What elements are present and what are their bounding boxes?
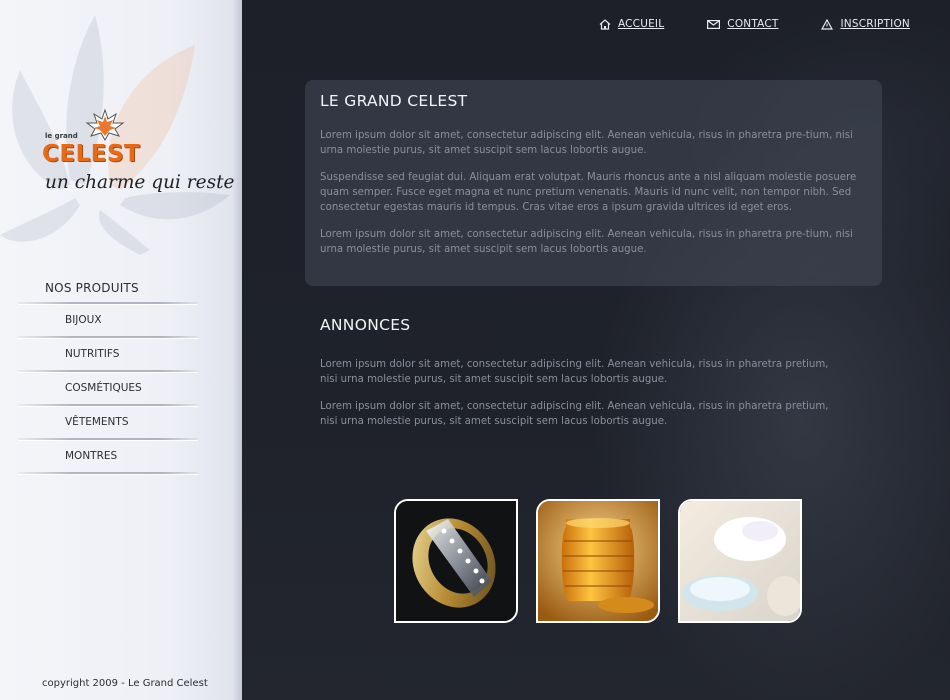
sidebar-item-vetements[interactable]: VÊTEMENTS: [18, 407, 198, 438]
intro-body: Lorem ipsum dolor sit amet, consectetur …: [320, 128, 860, 269]
brand-small-text: le grand: [45, 132, 78, 140]
sidebar-item-nutritifs[interactable]: NUTRITIFS: [18, 339, 198, 370]
triangle-icon: [821, 18, 834, 30]
honey-image-icon: [538, 501, 658, 621]
sidebar-edge: [232, 0, 242, 700]
honey-thumbnail[interactable]: [536, 499, 660, 623]
annonces-paragraph: Lorem ipsum dolor sit amet, consectetur …: [320, 359, 829, 385]
sidebar-item-montres[interactable]: MONTRES: [18, 441, 198, 472]
product-thumbnails: [394, 499, 802, 623]
nav-link-accueil[interactable]: ACCUEIL: [599, 18, 664, 30]
sidebar-item-bijoux[interactable]: BIJOUX: [18, 305, 198, 336]
annonces-paragraph: Lorem ipsum dolor sit amet, consectetur …: [320, 401, 829, 427]
cream-image-icon: [680, 501, 800, 621]
brand-logo[interactable]: le grand CELEST un charme qui reste: [42, 108, 234, 208]
annonces-body: Lorem ipsum dolor sit amet, consectetur …: [320, 357, 830, 441]
annonces-title: ANNONCES: [320, 316, 411, 334]
intro-paragraph: Lorem ipsum dolor sit amet, consectetur …: [320, 130, 853, 156]
nav-divider: [18, 472, 198, 475]
nav-link-contact[interactable]: CONTACT: [707, 18, 778, 30]
intro-title: LE GRAND CELEST: [320, 92, 468, 110]
home-icon: [599, 18, 611, 30]
main-content: ACCUEIL CONTACT INSCRIPTION LE GRAND CEL…: [242, 0, 950, 700]
nav-link-accueil-label: ACCUEIL: [617, 18, 665, 30]
top-navigation: ACCUEIL CONTACT INSCRIPTION: [556, 18, 910, 30]
cream-thumbnail[interactable]: [678, 499, 802, 623]
brand-name: CELEST: [42, 141, 141, 167]
nav-link-inscription-label: INSCRIPTION: [840, 18, 910, 30]
nav-link-contact-label: CONTACT: [727, 18, 779, 30]
nav-heading: NOS PRODUITS: [45, 281, 139, 295]
sidebar: le grand CELEST un charme qui reste NOS …: [0, 0, 242, 700]
intro-paragraph: Lorem ipsum dolor sit amet, consectetur …: [320, 229, 853, 255]
envelope-icon: [707, 19, 721, 29]
ring-image-icon: [396, 501, 516, 621]
intro-paragraph: Suspendisse sed feugiat dui. Aliquam era…: [320, 172, 857, 213]
product-nav: NOS PRODUITS BIJOUX NUTRITIFS COSMÉTIQUE…: [18, 276, 198, 475]
brand-tagline: un charme qui reste: [45, 172, 235, 193]
maple-leaf-icon: [85, 108, 125, 142]
ring-thumbnail[interactable]: [394, 499, 518, 623]
copyright-text: copyright 2009 - Le Grand Celest: [42, 678, 208, 689]
sidebar-item-cosmetiques[interactable]: COSMÉTIQUES: [18, 373, 198, 404]
nav-link-inscription[interactable]: INSCRIPTION: [821, 18, 910, 30]
intro-panel: LE GRAND CELEST Lorem ipsum dolor sit am…: [305, 80, 882, 286]
